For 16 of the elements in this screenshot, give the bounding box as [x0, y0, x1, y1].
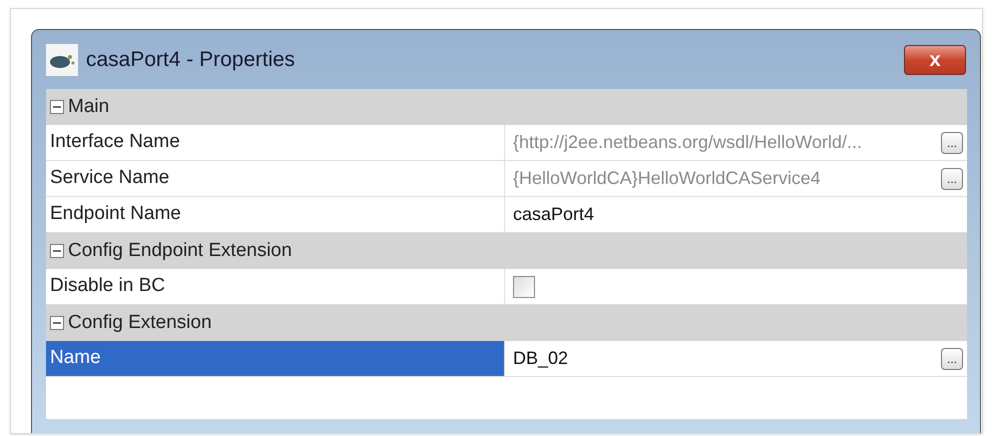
section-title: Config Extension — [68, 310, 212, 335]
ellipsis-button[interactable]: ... — [941, 348, 963, 370]
service-icon — [46, 44, 78, 76]
property-name[interactable]: Name — [46, 341, 505, 376]
collapse-icon[interactable] — [50, 316, 64, 330]
ellipsis-button[interactable]: ... — [941, 132, 963, 154]
section-title: Config Endpoint Extension — [68, 238, 292, 263]
property-value[interactable]: DB_02 — [513, 345, 568, 372]
collapse-icon[interactable] — [50, 244, 64, 258]
property-value[interactable]: casaPort4 — [513, 201, 594, 228]
window-title: casaPort4 - Properties — [86, 46, 295, 73]
ellipsis-button[interactable]: ... — [941, 168, 963, 190]
section-title: Main — [68, 94, 110, 119]
close-button[interactable]: x — [904, 44, 966, 74]
checkbox[interactable] — [513, 276, 535, 298]
collapse-icon[interactable] — [50, 100, 64, 114]
